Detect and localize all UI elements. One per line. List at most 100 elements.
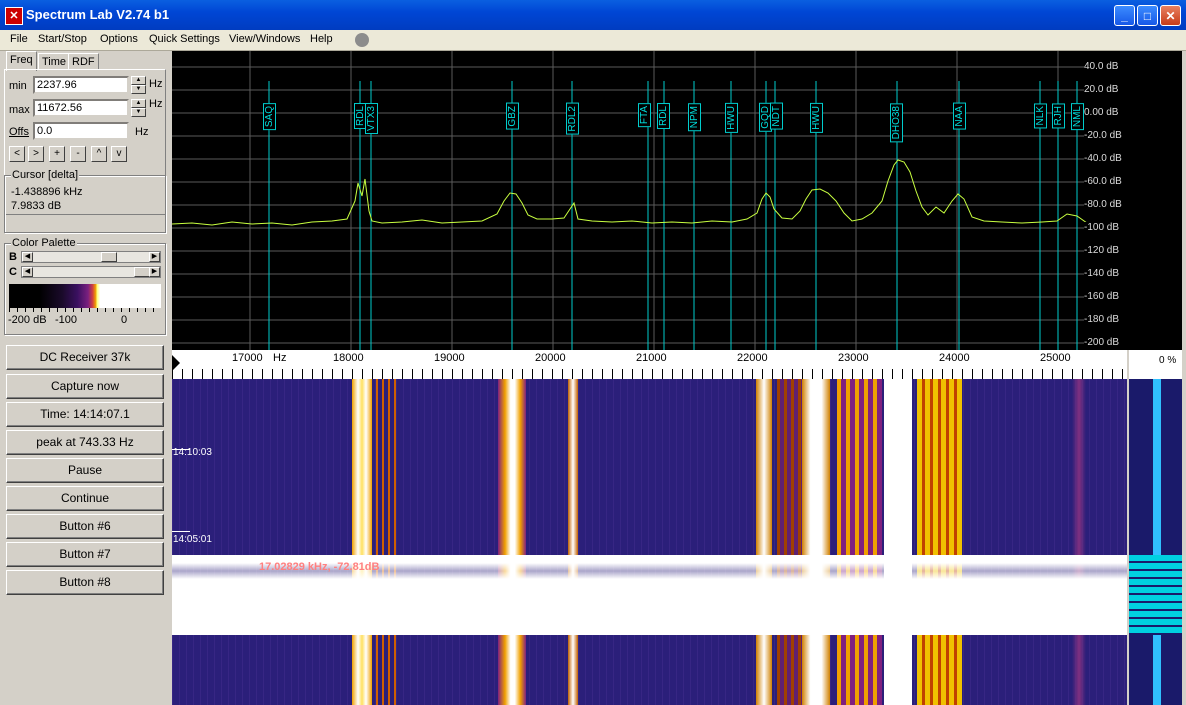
max-unit: Hz — [149, 98, 163, 110]
station-marker[interactable]: RDL2 — [566, 103, 579, 135]
offs-label: Offs — [9, 126, 29, 138]
time-button[interactable]: Time: 14:14:07.1 — [6, 402, 164, 427]
freq-tick-label: 25000 — [1040, 352, 1071, 364]
station-marker[interactable]: GBZ — [506, 103, 519, 130]
zoom-out-button[interactable]: - — [70, 146, 86, 162]
histogram-saturation — [1129, 555, 1182, 635]
offset-field[interactable]: 0.0 — [33, 122, 129, 140]
capture-now-button[interactable]: Capture now — [6, 374, 164, 399]
scroll-right-button[interactable]: > — [28, 146, 44, 162]
waterfall-band — [1072, 379, 1086, 705]
waterfall-band — [352, 379, 372, 705]
station-marker[interactable]: NPM — [688, 103, 701, 132]
app-icon[interactable]: ✕ — [5, 7, 23, 25]
db-label: -140 dB — [1084, 268, 1154, 279]
max-freq-field[interactable]: 11672.56 — [33, 99, 129, 117]
menu-file[interactable]: File — [10, 33, 28, 45]
freq-unit-label: Hz — [273, 352, 287, 364]
grid-lines — [172, 51, 1127, 350]
menu-help[interactable]: Help — [310, 33, 333, 45]
freq-tick-label: 23000 — [838, 352, 869, 364]
menu-quick-settings[interactable]: Quick Settings — [149, 33, 220, 45]
cursor-delta-level: 7.9833 dB — [11, 200, 62, 212]
db-label: -180 dB — [1084, 314, 1154, 325]
spectrum-plot[interactable]: SAQ RDL VTX3 GBZ RDL2 FTA RDL NPM HWU GQ… — [172, 51, 1182, 350]
scroll-left-icon[interactable]: ◀ — [22, 252, 33, 262]
station-marker[interactable]: NAA — [953, 103, 966, 130]
minimize-button[interactable]: _ — [1114, 5, 1135, 26]
scroll-left-button[interactable]: < — [9, 146, 25, 162]
spin-up-icon[interactable]: ▲ — [131, 99, 146, 108]
station-marker[interactable]: NLK — [1034, 103, 1047, 129]
tab-time[interactable]: Time — [38, 53, 71, 70]
min-label: min — [9, 80, 27, 92]
contrast-slider[interactable]: ◀ ▶ — [21, 266, 161, 278]
status-indicator-icon — [355, 33, 369, 47]
scroll-left-icon[interactable]: ◀ — [22, 267, 33, 277]
waterfall-band — [884, 379, 912, 705]
up-button[interactable]: ^ — [91, 146, 107, 162]
control-panel: Freq Time RDF min 2237.96 ▲ ▼ Hz max 1167… — [0, 51, 170, 705]
cursor-group-title: Cursor [delta] — [11, 169, 80, 181]
min-freq-field[interactable]: 2237.96 — [33, 76, 129, 94]
station-marker[interactable]: NML — [1071, 103, 1084, 131]
menu-start-stop[interactable]: Start/Stop — [38, 33, 87, 45]
spin-down-icon[interactable]: ▼ — [131, 85, 146, 94]
station-marker[interactable]: NDT — [770, 103, 783, 130]
close-button[interactable]: ✕ — [1160, 5, 1181, 26]
max-label: max — [9, 104, 30, 116]
cursor-group: Cursor [delta] -1.438896 kHz 7.9833 dB — [4, 169, 166, 233]
brightness-slider[interactable]: ◀ ▶ — [21, 251, 161, 263]
palette-scale-mid: -100 — [55, 314, 78, 326]
tab-freq[interactable]: Freq — [6, 51, 37, 71]
offs-unit: Hz — [135, 126, 149, 138]
button-6[interactable]: Button #6 — [6, 514, 164, 539]
menu-view-windows[interactable]: View/Windows — [229, 33, 300, 45]
color-palette-group: Color Palette B ◀ ▶ C ◀ ▶ -200 dB -100 0 — [4, 237, 166, 335]
pause-button[interactable]: Pause — [6, 458, 164, 483]
freq-tick-label: 24000 — [939, 352, 970, 364]
dc-receiver-button[interactable]: DC Receiver 37k — [6, 345, 164, 370]
scroll-right-icon[interactable]: ▶ — [149, 252, 160, 262]
station-marker[interactable]: DHO38 — [890, 103, 903, 143]
station-marker[interactable]: FTA — [638, 103, 651, 128]
continue-button[interactable]: Continue — [6, 486, 164, 511]
button-8[interactable]: Button #8 — [6, 570, 164, 595]
spectrum-trace — [172, 159, 1128, 226]
slider-thumb[interactable] — [101, 252, 117, 262]
waterfall-noise — [172, 379, 1127, 705]
scale-ticks — [172, 369, 1127, 379]
db-label: -100 dB — [1084, 222, 1154, 233]
station-marker[interactable]: HWU — [725, 103, 738, 133]
spin-down-icon[interactable]: ▼ — [131, 108, 146, 117]
station-marker[interactable]: VTX3 — [365, 103, 378, 135]
waterfall-band — [756, 379, 772, 705]
peak-button[interactable]: peak at 743.33 Hz — [6, 430, 164, 455]
min-spinner[interactable]: ▲ ▼ — [131, 76, 146, 94]
palette-bar[interactable] — [9, 284, 161, 308]
scroll-right-icon[interactable]: ▶ — [149, 267, 160, 277]
zoom-in-button[interactable]: + — [49, 146, 65, 162]
palette-ticks — [9, 308, 161, 312]
freq-tick-label: 17000 — [232, 352, 263, 364]
color-palette-title: Color Palette — [11, 237, 77, 249]
tab-rdf[interactable]: RDF — [68, 53, 99, 70]
side-percent-label: 0 % — [1159, 355, 1177, 366]
window-title: Spectrum Lab V2.74 b1 — [26, 7, 170, 22]
db-label: 0.00 dB — [1084, 107, 1154, 118]
menu-options[interactable]: Options — [100, 33, 138, 45]
freq-tick-label: 21000 — [636, 352, 667, 364]
down-button[interactable]: v — [111, 146, 127, 162]
spin-up-icon[interactable]: ▲ — [131, 76, 146, 85]
brightness-label: B — [9, 251, 17, 263]
station-marker[interactable]: RDL — [657, 103, 670, 130]
frequency-scale[interactable]: 17000 Hz 18000 19000 20000 21000 22000 2… — [172, 350, 1127, 379]
maximize-button[interactable]: □ — [1137, 5, 1158, 26]
slider-thumb[interactable] — [134, 267, 150, 277]
button-7[interactable]: Button #7 — [6, 542, 164, 567]
station-marker[interactable]: SAQ — [263, 103, 276, 131]
station-marker[interactable]: RJH — [1052, 103, 1065, 129]
station-marker[interactable]: HWU — [810, 103, 823, 133]
waterfall-display[interactable] — [172, 379, 1127, 705]
max-spinner[interactable]: ▲ ▼ — [131, 99, 146, 117]
